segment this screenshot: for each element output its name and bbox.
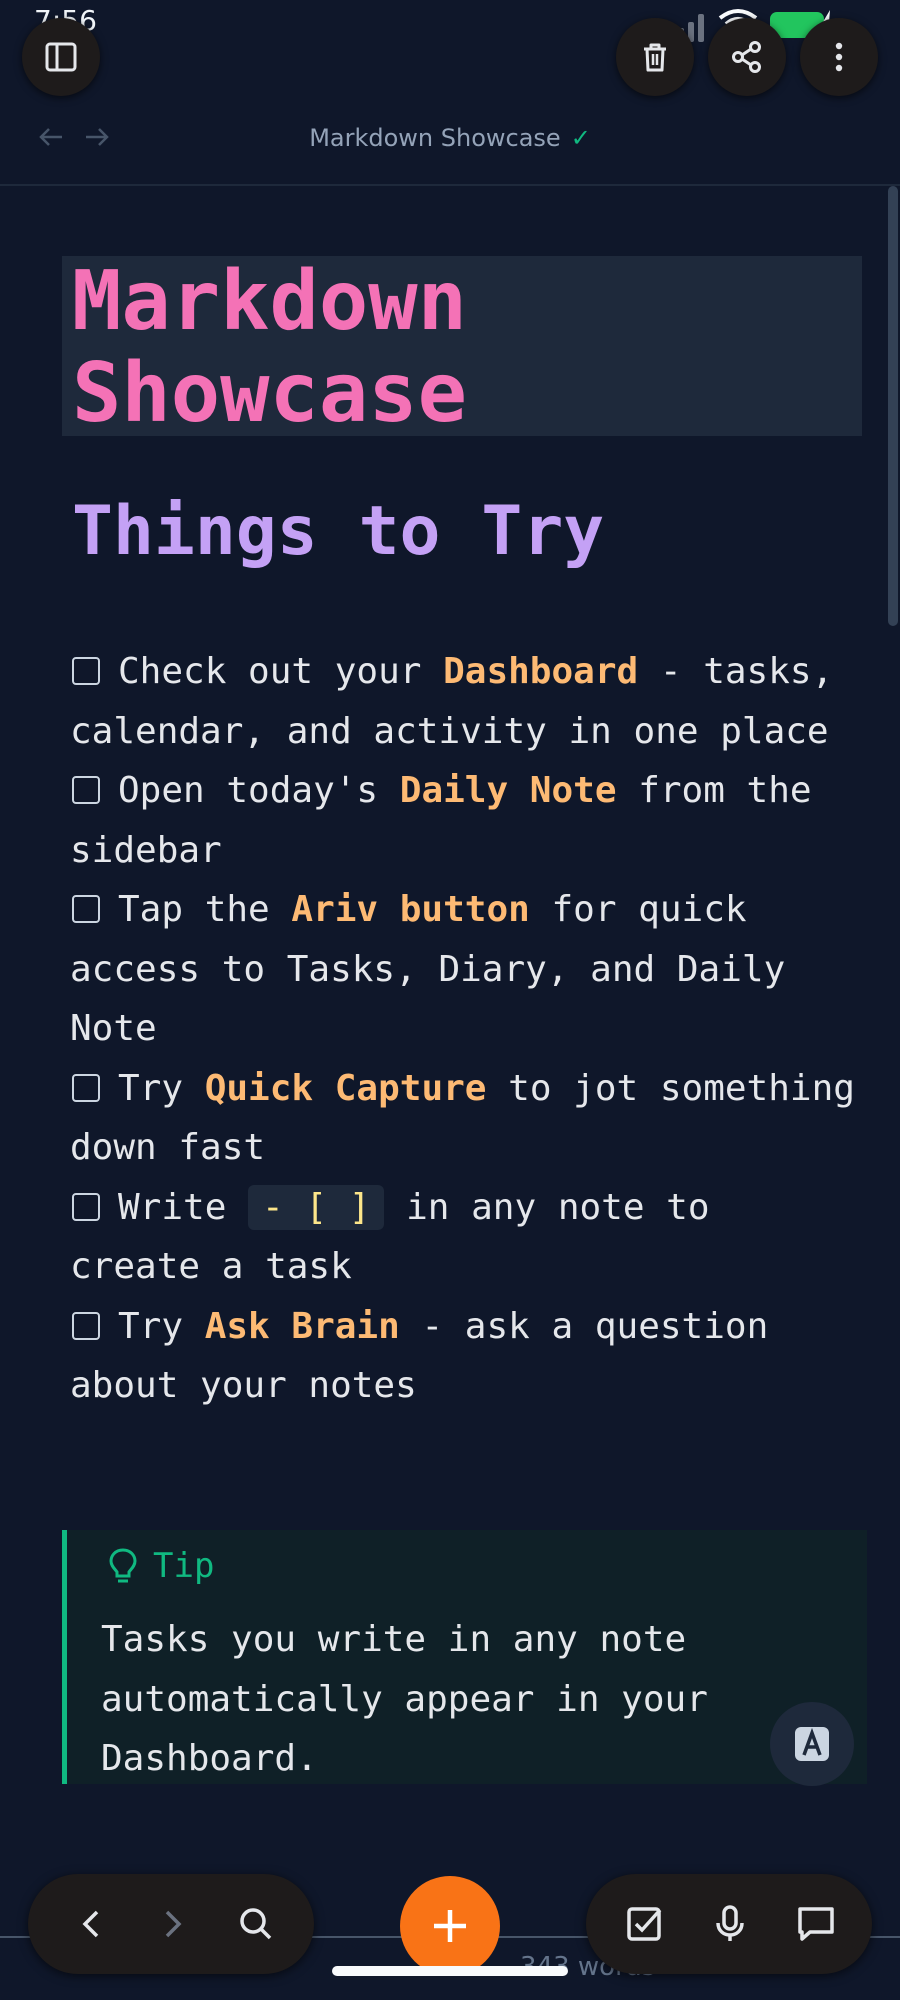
- lightbulb-icon: [109, 1548, 137, 1583]
- task-highlight: Daily Note: [399, 770, 617, 811]
- task-checkbox[interactable]: [72, 1192, 100, 1221]
- task-item: Try Quick Capture to jot something down …: [70, 1059, 860, 1178]
- trash-icon: [644, 43, 666, 72]
- heading-1: Markdown Showcase: [72, 254, 467, 441]
- task-checkbox-icon[interactable]: [624, 1904, 664, 1944]
- task-item: Write - [ ] in any note to create a task: [70, 1178, 860, 1297]
- share-button[interactable]: [708, 18, 786, 96]
- task-item: Try Ask Brain - ask a question about you…: [70, 1297, 860, 1416]
- task-text: Try: [118, 1067, 205, 1109]
- more-options-button[interactable]: [800, 18, 878, 96]
- document-title-text: Markdown Showcase: [309, 124, 561, 152]
- sidebar-icon: [45, 42, 77, 72]
- task-text: Try: [118, 1305, 205, 1347]
- callout-title-text: Tip: [153, 1546, 215, 1586]
- task-highlight: Quick Capture: [204, 1067, 487, 1109]
- task-list: Check out your Dashboard - tasks, calend…: [70, 642, 860, 1416]
- task-checkbox[interactable]: [72, 1073, 100, 1102]
- task-checkbox[interactable]: [72, 776, 100, 804]
- task-highlight: Ask Brain: [204, 1305, 400, 1347]
- add-button[interactable]: [400, 1876, 500, 1976]
- chevron-left-icon[interactable]: [72, 1904, 112, 1944]
- home-indicator[interactable]: [332, 1966, 568, 1976]
- task-item: Open today's Daily Note from the sidebar: [70, 761, 860, 880]
- text-format-icon: [795, 1727, 829, 1761]
- task-checkbox[interactable]: [72, 657, 100, 685]
- task-checkbox[interactable]: [72, 1311, 100, 1340]
- sidebar-toggle-button[interactable]: [22, 18, 100, 96]
- document-title: Markdown Showcase ✓: [0, 124, 900, 152]
- callout-body: Tasks you write in any note automaticall…: [101, 1619, 708, 1779]
- task-text: Tap the: [118, 889, 292, 930]
- search-icon[interactable]: [236, 1904, 276, 1944]
- chat-icon[interactable]: [796, 1904, 836, 1944]
- plus-icon: [434, 1910, 466, 1942]
- task-text: Write: [118, 1186, 249, 1228]
- task-highlight: Dashboard: [443, 651, 639, 692]
- task-highlight: Ariv button: [291, 889, 530, 930]
- task-item: Check out your Dashboard - tasks, calend…: [70, 642, 860, 761]
- delete-button[interactable]: [616, 18, 694, 96]
- chevron-right-icon[interactable]: [152, 1904, 192, 1944]
- more-vertical-icon: [835, 42, 843, 72]
- callout-title: Tip: [107, 1546, 214, 1586]
- tip-callout: Tip Tasks you write in any note automati…: [62, 1530, 867, 1784]
- actions-pill: [586, 1874, 872, 1974]
- inline-code: - [ ]: [248, 1184, 385, 1230]
- task-item: Tap the Ariv button for quick access to …: [70, 880, 860, 1059]
- heading-2: Things to Try: [72, 492, 605, 571]
- task-checkbox[interactable]: [72, 895, 100, 923]
- scrollbar[interactable]: [888, 186, 898, 626]
- share-icon: [732, 41, 761, 73]
- saved-check-icon: ✓: [570, 124, 591, 152]
- task-text: Open today's: [118, 770, 400, 811]
- task-text: Check out your: [118, 651, 444, 692]
- header-divider: [0, 184, 900, 186]
- navigation-pill: [28, 1874, 314, 1974]
- document-header: Markdown Showcase ✓: [0, 104, 900, 176]
- microphone-icon[interactable]: [710, 1904, 750, 1944]
- format-toggle-button[interactable]: [770, 1702, 854, 1786]
